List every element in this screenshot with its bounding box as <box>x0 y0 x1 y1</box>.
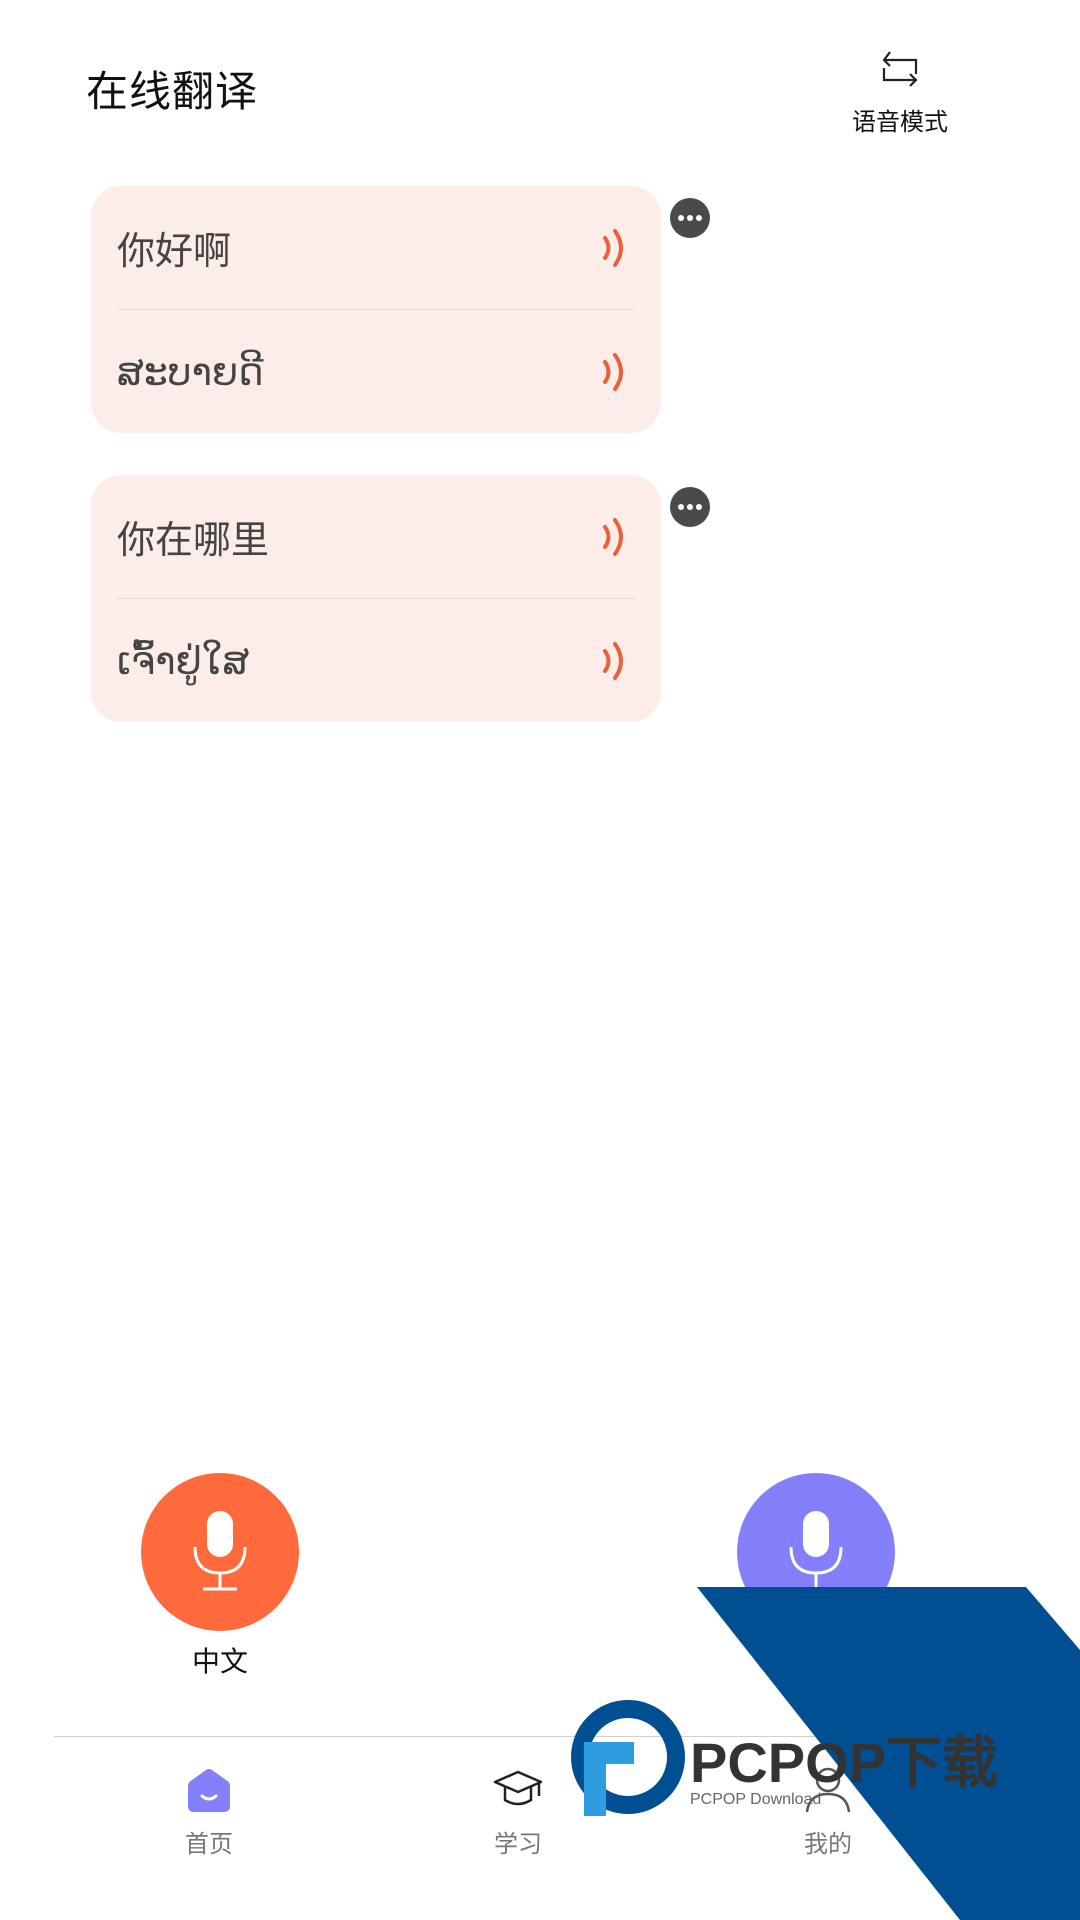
user-icon <box>805 1767 851 1813</box>
target-text: ເຈົ້າຢູ່ໃສ <box>117 638 250 683</box>
tab-me-label: 我的 <box>804 1830 852 1858</box>
lao-mic-button[interactable] <box>737 1473 895 1631</box>
graduation-cap-icon <box>493 1770 543 1806</box>
translation-card: 你在哪里 ເຈົ້າຢູ່ໃສ <box>91 475 661 722</box>
chinese-mic-button[interactable] <box>141 1473 299 1631</box>
tabbar-divider <box>54 1736 1026 1737</box>
swap-icon <box>882 51 918 87</box>
tab-me[interactable]: 我的 <box>748 1762 908 1872</box>
translation-card: 你好啊 ສະບາຍດີ <box>91 186 661 433</box>
microphone-icon <box>193 1511 247 1591</box>
page-title: 在线翻译 <box>86 67 259 116</box>
target-text: ສະບາຍດີ <box>117 349 264 394</box>
tab-study[interactable]: 学习 <box>438 1762 598 1872</box>
speaker-icon[interactable] <box>595 223 635 273</box>
speaker-icon[interactable] <box>595 512 635 562</box>
chinese-mic-label: 中文 <box>191 1645 248 1678</box>
target-row: ເຈົ້າຢູ່ໃສ <box>117 599 635 722</box>
tab-study-label: 学习 <box>494 1830 542 1858</box>
source-text: 你好啊 <box>117 229 232 273</box>
microphone-icon <box>789 1511 843 1591</box>
tab-home[interactable]: 首页 <box>129 1762 289 1872</box>
more-options-icon[interactable] <box>670 198 710 238</box>
tab-home-label: 首页 <box>185 1830 233 1858</box>
source-row: 你在哪里 <box>117 475 635 599</box>
more-options-icon[interactable] <box>670 487 710 527</box>
source-text: 你在哪里 <box>117 518 270 562</box>
source-row: 你好啊 <box>117 186 635 310</box>
speaker-icon[interactable] <box>595 636 635 686</box>
target-row: ສະບາຍດີ <box>117 310 635 433</box>
voice-mode-button[interactable]: 语音模式 <box>840 44 960 144</box>
voice-mode-label: 语音模式 <box>852 108 948 136</box>
home-icon <box>188 1769 230 1812</box>
speaker-icon[interactable] <box>595 347 635 397</box>
